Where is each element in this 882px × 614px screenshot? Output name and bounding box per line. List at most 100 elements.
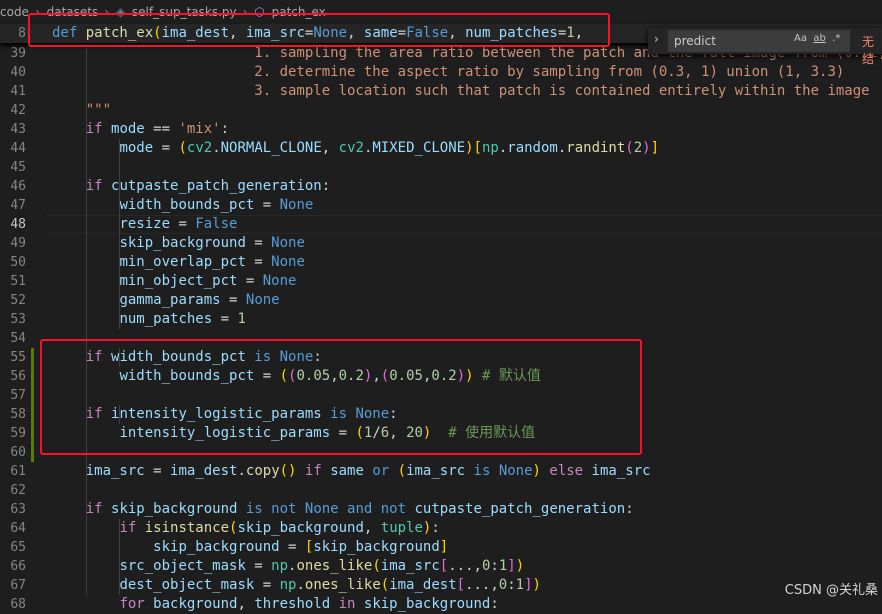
code-token: 1: [237, 311, 246, 327]
code-token: None: [262, 273, 297, 289]
find-result-status: 无结: [862, 35, 875, 66]
line-number: 55: [10, 350, 26, 365]
code-token: skip_background: [153, 539, 280, 555]
line-number: 62: [10, 483, 26, 498]
line-number: 66: [10, 559, 26, 574]
line-number: 60: [10, 445, 26, 460]
code-text: min_overlap_pct = None: [52, 253, 304, 272]
code-token: 1: [515, 577, 525, 593]
code-line[interactable]: 49 skip_background = None: [0, 234, 882, 253]
code-line[interactable]: 52 gamma_params = None: [0, 291, 882, 310]
find-options: Aa ab .*: [794, 33, 840, 44]
code-text: width_bounds_pct = None: [52, 196, 313, 215]
code-token: ): [465, 140, 474, 156]
code-text: """: [52, 101, 111, 120]
code-line[interactable]: 51 min_object_pct = None: [0, 272, 882, 291]
line-number: 57: [10, 388, 26, 403]
code-token: skip_background: [363, 596, 491, 612]
code-token: (: [380, 577, 390, 593]
code-token: src_object_mask: [119, 558, 246, 574]
code-token: =: [245, 235, 272, 251]
code-token: 0: [498, 577, 508, 593]
highlight-box-signature: [28, 13, 610, 47]
code-line[interactable]: 50 min_overlap_pct = None: [0, 253, 882, 272]
code-token: ,: [363, 520, 381, 536]
sticky-line-number: 8: [18, 26, 26, 41]
code-text: min_object_pct = None: [52, 272, 296, 291]
line-number: 54: [10, 331, 26, 346]
code-line[interactable]: 45: [0, 158, 882, 177]
code-line[interactable]: 48 resize = False: [0, 215, 882, 234]
whole-word-button[interactable]: ab: [813, 33, 825, 44]
code-line[interactable]: 65 skip_background = [skip_background]: [0, 538, 882, 557]
code-text: 2. determine the aspect ratio by samplin…: [52, 63, 844, 82]
code-token: skip_background: [313, 539, 440, 555]
code-token: ]: [524, 577, 533, 593]
line-number: 49: [10, 236, 26, 251]
code-token: skip_background: [119, 235, 246, 251]
code-token: is not: [237, 501, 305, 517]
code-line[interactable]: 41 3. sample location such that patch is…: [0, 82, 882, 101]
line-number: 48: [10, 217, 26, 232]
code-token: =: [144, 463, 171, 479]
line-number: 52: [10, 293, 26, 308]
line-number: 39: [10, 46, 26, 61]
code-line[interactable]: 43 if mode == 'mix':: [0, 120, 882, 139]
code-line[interactable]: 40 2. determine the aspect ratio by samp…: [0, 63, 882, 82]
code-token: ones_like: [304, 577, 381, 593]
chevron-right-icon[interactable]: ›: [654, 32, 659, 46]
code-token: min_overlap_pct: [119, 254, 246, 270]
line-number: 41: [10, 84, 26, 99]
code-token: :: [507, 577, 516, 593]
line-number: 56: [10, 369, 26, 384]
code-token: ]: [650, 140, 660, 156]
code-token: .: [212, 140, 221, 156]
code-token: 2. determine the aspect ratio by samplin…: [52, 64, 845, 80]
code-token: in: [330, 596, 364, 612]
code-token: (: [625, 140, 634, 156]
breadcrumb-item-root[interactable]: code: [0, 5, 29, 19]
code-token: skip_background: [237, 520, 364, 536]
line-number: 61: [10, 464, 26, 479]
code-token: ...,: [448, 558, 482, 574]
code-token: NORMAL_CLONE: [220, 140, 322, 156]
code-token: ones_like: [296, 558, 373, 574]
code-token: [: [439, 558, 449, 574]
git-change-marker[interactable]: [31, 348, 34, 462]
code-token: ): [532, 463, 541, 479]
code-token: np: [271, 558, 289, 574]
code-token: num_patches: [119, 311, 213, 327]
line-number: 47: [10, 198, 26, 213]
regex-button[interactable]: .*: [832, 33, 840, 44]
code-token: ima_src: [85, 463, 145, 479]
code-token: randint: [566, 140, 626, 156]
code-token: skip_background: [111, 501, 238, 517]
code-token: ima_src: [591, 463, 651, 479]
code-token: =: [279, 539, 305, 555]
code-token: """: [52, 102, 112, 118]
code-line[interactable]: 63 if skip_background is not None and no…: [0, 500, 882, 519]
code-line[interactable]: 42 """: [0, 101, 882, 120]
code-text: skip_background = None: [52, 234, 304, 253]
code-line[interactable]: 68 for background, threshold in skip_bac…: [0, 595, 882, 614]
code-token: None: [245, 292, 280, 308]
code-text: if isinstance(skip_background, tuple):: [52, 519, 439, 538]
code-line[interactable]: 47 width_bounds_pct = None: [0, 196, 882, 215]
code-line[interactable]: 61 ima_src = ima_dest.copy() if same or …: [0, 462, 882, 481]
line-number: 59: [10, 426, 26, 441]
line-number: 42: [10, 103, 26, 118]
code-line[interactable]: 67 dest_object_mask = np.ones_like(ima_d…: [0, 576, 882, 595]
code-token: 3. sample location such that patch is co…: [52, 83, 870, 99]
code-line[interactable]: 46 if cutpaste_patch_generation:: [0, 177, 882, 196]
line-number: 64: [10, 521, 26, 536]
code-editor[interactable]: 39 1. sampling the area ratio between th…: [0, 24, 882, 612]
code-line[interactable]: 66 src_object_mask = np.ones_like(ima_sr…: [0, 557, 882, 576]
code-line[interactable]: 53 num_patches = 1: [0, 310, 882, 329]
match-case-button[interactable]: Aa: [794, 33, 807, 44]
line-number: 40: [10, 65, 26, 80]
code-line[interactable]: 62: [0, 481, 882, 500]
code-line[interactable]: 64 if isinstance(skip_background, tuple)…: [0, 519, 882, 538]
code-line[interactable]: 44 mode = (cv2.NORMAL_CLONE, cv2.MIXED_C…: [0, 139, 882, 158]
